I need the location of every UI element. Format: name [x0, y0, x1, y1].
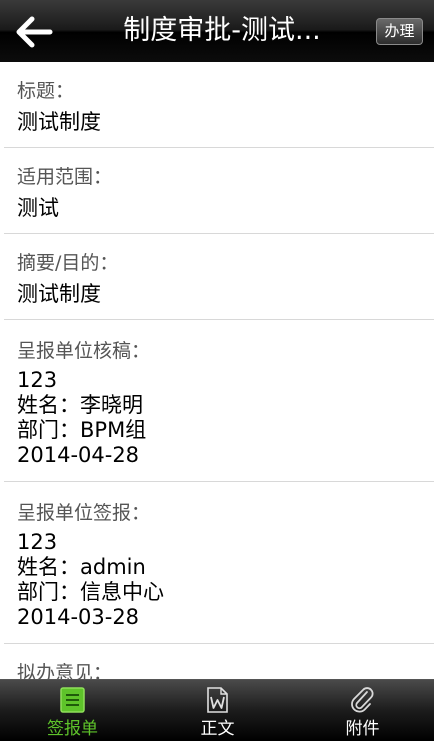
field-value: 姓名：李晓明	[17, 393, 143, 417]
paperclip-icon	[349, 686, 376, 714]
tab-attachments[interactable]: 附件	[290, 680, 434, 741]
field-label: 呈报单位签报：	[17, 502, 151, 524]
field-value: 123	[17, 530, 58, 554]
field-label: 拟办意见：	[17, 662, 113, 679]
field-label: 摘要/目的：	[17, 252, 119, 274]
tab-label: 正文	[200, 719, 235, 739]
list-icon	[59, 686, 86, 714]
process-button[interactable]: 办理	[376, 18, 423, 45]
field-value: 部门：信息中心	[17, 580, 164, 604]
tab-label: 附件	[345, 719, 380, 739]
field-draft-opinion: 拟办意见：	[4, 644, 434, 679]
field-value: 2014-04-28	[17, 443, 140, 467]
field-value: 2014-03-28	[17, 605, 140, 629]
field-scope: 适用范围： 测试	[4, 148, 434, 234]
field-unit-signoff: 呈报单位签报： 123 姓名：admin 部门：信息中心 2014-03-28	[4, 482, 434, 644]
word-document-icon	[204, 686, 231, 714]
field-value: 姓名：admin	[17, 555, 146, 579]
field-value: 测试制度	[17, 282, 101, 306]
tab-report-form[interactable]: 签报单	[0, 680, 145, 741]
field-label: 呈报单位核稿：	[17, 340, 151, 362]
form-content[interactable]: 标题： 测试制度 适用范围： 测试 摘要/目的： 测试制度 呈报单位核稿： 12…	[4, 62, 434, 679]
field-unit-review: 呈报单位核稿： 123 姓名：李晓明 部门：BPM组 2014-04-28	[4, 320, 434, 482]
field-value: 123	[17, 368, 58, 392]
bottom-tab-bar: 签报单 正文 附件	[0, 679, 434, 741]
tab-main-text[interactable]: 正文	[145, 680, 290, 741]
top-bar: 制度审批-测试... 办理	[0, 0, 434, 62]
field-summary: 摘要/目的： 测试制度	[4, 234, 434, 320]
back-arrow-icon[interactable]	[12, 12, 56, 52]
field-label: 适用范围：	[17, 166, 113, 188]
field-value: 测试制度	[17, 110, 101, 134]
page-title: 制度审批-测试...	[123, 15, 321, 46]
tab-label: 签报单	[47, 719, 98, 739]
field-title: 标题： 测试制度	[4, 62, 434, 148]
field-value: 测试	[17, 196, 59, 220]
field-label: 标题：	[17, 80, 75, 102]
field-value: 部门：BPM组	[17, 418, 147, 442]
